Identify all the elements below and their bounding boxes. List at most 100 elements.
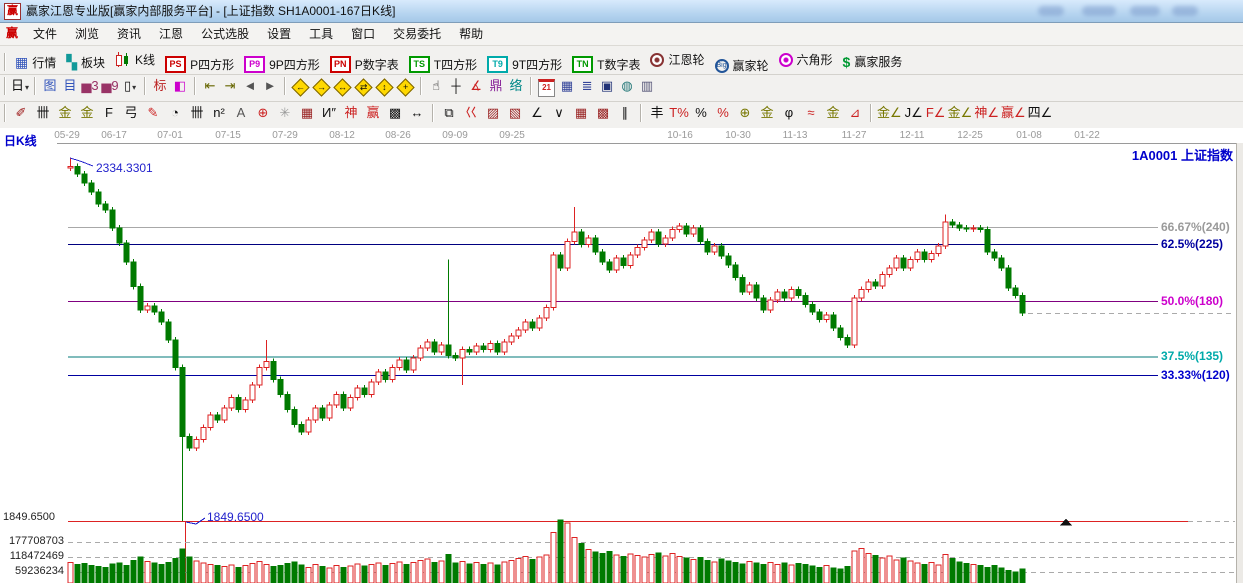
next-bar-icon[interactable]: ►: [261, 75, 279, 97]
crosshair-tool-icon[interactable]: ┼: [447, 75, 465, 97]
kline-chart[interactable]: [0, 128, 1243, 583]
candle-style-icon[interactable]: ▯▾: [121, 75, 139, 97]
window-control-blurred-1[interactable]: [1038, 6, 1064, 16]
square-n2-tool-icon[interactable]: n²: [209, 102, 229, 124]
window-control-blurred-4[interactable]: [1172, 6, 1198, 16]
toolbar-赢家服务[interactable]: $赢家服务: [838, 49, 908, 75]
toolbar-行情[interactable]: ▦行情: [10, 49, 61, 75]
ray-fan-tool-icon[interactable]: 巜: [461, 102, 481, 124]
gold-ratio-tool-2-icon[interactable]: 金: [77, 102, 97, 124]
gold-angle2-tool-icon[interactable]: 金∠: [948, 102, 973, 124]
menu-item-资讯[interactable]: 资讯: [108, 23, 150, 45]
save-tool-icon[interactable]: ▣: [598, 75, 616, 97]
toolbar-六角形[interactable]: 六角形: [774, 47, 838, 73]
remote-tool-icon[interactable]: ▥: [638, 75, 656, 97]
star-burst-tool-icon[interactable]: ✳: [275, 102, 295, 124]
f-angle-tool-icon[interactable]: F∠: [926, 102, 946, 124]
shaded-square-tool-icon[interactable]: ▨: [483, 102, 503, 124]
wave-tool-icon[interactable]: ∨: [549, 102, 569, 124]
ying-tool-icon[interactable]: 赢: [363, 102, 383, 124]
calculator-tool-icon[interactable]: ▦: [558, 75, 576, 97]
window-control-blurred-2[interactable]: [1082, 6, 1116, 16]
pattern-view-icon[interactable]: 图: [41, 75, 59, 97]
period-day-selector-icon[interactable]: 日▾: [11, 75, 29, 97]
gold-level-tool-icon[interactable]: 金: [757, 102, 777, 124]
percent-line-tool-icon[interactable]: %: [713, 102, 733, 124]
info-view-icon[interactable]: 目: [61, 75, 79, 97]
expand-horizontal-icon[interactable]: ↔: [333, 78, 351, 96]
level-list-tool-icon[interactable]: 丰: [647, 102, 667, 124]
colored-chart-icon[interactable]: ◧: [171, 75, 189, 97]
marker-pencil-tool-icon[interactable]: ✎: [143, 102, 163, 124]
span-tool-icon[interactable]: ↔: [407, 102, 427, 124]
toolbar-9T四方形[interactable]: T99T四方形: [482, 51, 567, 77]
grid-tool-icon[interactable]: ▦: [571, 102, 591, 124]
expand-all-icon[interactable]: +: [396, 78, 414, 96]
ying-angle-tool-icon[interactable]: 赢∠: [1001, 102, 1026, 124]
menu-item-工具[interactable]: 工具: [300, 23, 342, 45]
toolbar-T四方形[interactable]: TST四方形: [404, 51, 482, 77]
web-sync-tool-icon[interactable]: ◍: [618, 75, 636, 97]
time-lines-tool-icon[interactable]: 卌: [33, 102, 53, 124]
hand-tool-icon[interactable]: ☝: [427, 75, 445, 97]
arc-tool-icon[interactable]: 弓: [121, 102, 141, 124]
percent-t-tool-icon[interactable]: Τ%: [669, 102, 689, 124]
toolbar-K线[interactable]: K线: [110, 46, 160, 72]
menu-item-窗口[interactable]: 窗口: [342, 23, 384, 45]
shen-angle-tool-icon[interactable]: 神∠: [974, 102, 999, 124]
shen-tool-icon[interactable]: 神: [341, 102, 361, 124]
bars-9-icon[interactable]: ▅9: [101, 75, 119, 97]
menu-item-浏览[interactable]: 浏览: [66, 23, 108, 45]
toolbar-P数字表[interactable]: PNP数字表: [325, 51, 404, 77]
calendar-tool-icon[interactable]: 21: [538, 79, 555, 97]
menu-item-设置[interactable]: 设置: [258, 23, 300, 45]
box-tool-icon[interactable]: ⧉: [439, 102, 459, 124]
first-bar-icon[interactable]: ⇤: [201, 75, 219, 97]
pan-right-icon[interactable]: →: [312, 78, 330, 96]
last-bar-icon[interactable]: ⇥: [221, 75, 239, 97]
bars-3-icon[interactable]: ▅3: [81, 75, 99, 97]
shaded-square2-tool-icon[interactable]: ▧: [505, 102, 525, 124]
toolbar-P四方形[interactable]: PSP四方形: [160, 51, 239, 77]
menu-item-江恩[interactable]: 江恩: [150, 23, 192, 45]
mark-tool-icon[interactable]: 标: [151, 75, 169, 97]
gold-angle-tool-icon[interactable]: 金∠: [877, 102, 902, 124]
j-angle-tool-icon[interactable]: J∠: [904, 102, 924, 124]
pencil-tool-icon[interactable]: ✐: [11, 102, 31, 124]
compress-horizontal-icon[interactable]: ⇄: [354, 78, 372, 96]
time-cycle-tool-icon[interactable]: ◔: [165, 102, 185, 124]
gold-level2-tool-icon[interactable]: 金: [823, 102, 843, 124]
menu-item-文件[interactable]: 文件: [24, 23, 66, 45]
menu-item-公式选股[interactable]: 公式选股: [192, 23, 258, 45]
fib-lines-tool-icon[interactable]: F: [99, 102, 119, 124]
toolbar-江恩轮[interactable]: 江恩轮: [645, 47, 709, 73]
delta-angle-tool-icon[interactable]: ⊿: [845, 102, 865, 124]
wave-percent-tool-icon[interactable]: ≈: [801, 102, 821, 124]
angle-tool-icon[interactable]: ∡: [467, 75, 485, 97]
prev-bar-icon[interactable]: ◄: [241, 75, 259, 97]
toolbar-9P四方形[interactable]: P99P四方形: [239, 51, 325, 77]
gann-frame-tool-icon[interactable]: 鼎: [487, 75, 505, 97]
percent-tool-icon[interactable]: %: [691, 102, 711, 124]
gold-circle-tool-icon[interactable]: ⊕: [735, 102, 755, 124]
circle-cross-tool-icon[interactable]: ⊕: [253, 102, 273, 124]
parallel-lines-tool-icon[interactable]: ∥: [615, 102, 635, 124]
gold-ratio-tool-1-icon[interactable]: 金: [55, 102, 75, 124]
menu-item-交易委托[interactable]: 交易委托: [384, 23, 450, 45]
window-control-blurred-3[interactable]: [1130, 6, 1160, 16]
angle-line-tool-icon[interactable]: ∠: [527, 102, 547, 124]
vertical-scrollbar[interactable]: [1236, 143, 1243, 583]
toolbar-T数字表[interactable]: TNT数字表: [567, 51, 645, 77]
toolbar-板块[interactable]: ▚板块: [61, 49, 110, 75]
quarter-mark-tool-icon[interactable]: И″: [319, 102, 339, 124]
move-pen-tool-icon[interactable]: φ: [779, 102, 799, 124]
compress-vertical-icon[interactable]: ↕: [375, 78, 393, 96]
text-tool-icon[interactable]: A: [231, 102, 251, 124]
grid2-tool-icon[interactable]: ▩: [593, 102, 613, 124]
network-tool-icon[interactable]: 络: [507, 75, 525, 97]
menu-item-帮助[interactable]: 帮助: [450, 23, 492, 45]
gann-square-tool-icon[interactable]: ▦: [297, 102, 317, 124]
pan-left-icon[interactable]: ←: [291, 78, 309, 96]
notes-tool-icon[interactable]: ≣: [578, 75, 596, 97]
four-angle-tool-icon[interactable]: 四∠: [1028, 102, 1053, 124]
